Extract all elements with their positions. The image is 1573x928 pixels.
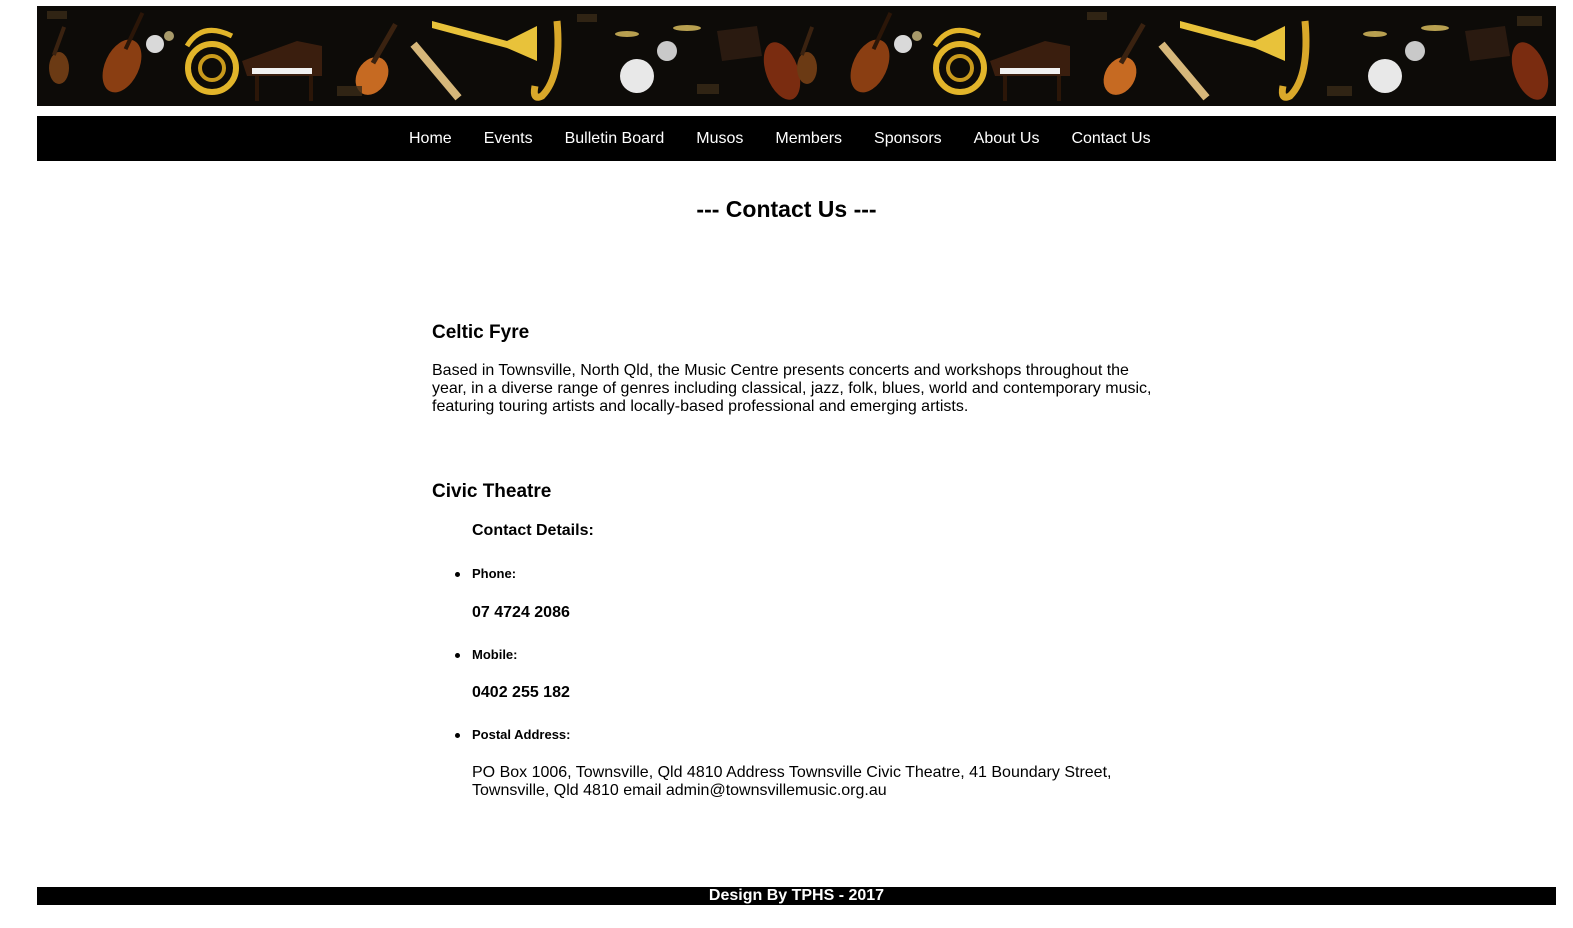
nav-item-about-us[interactable]: About Us [958,116,1056,161]
instruments-banner [37,6,1556,106]
page-title: --- Contact Us --- [696,196,877,222]
civic-theatre-heading: Civic Theatre [432,481,552,502]
celtic-fyre-description: Based in Townsville, North Qld, the Musi… [432,362,1152,415]
celtic-fyre-heading: Celtic Fyre [432,322,530,343]
civic-theatre-section: Civic Theatre [432,477,1172,507]
postal-address-value: PO Box 1006, Townsville, Qld 4810 Addres… [472,764,1112,799]
nav-menu: Home Events Bulletin Board Musos Members… [393,116,1167,161]
contact-details-label: Contact Details: [472,522,594,539]
nav-item-sponsors[interactable]: Sponsors [858,116,958,161]
instruments-banner-image [37,6,1556,106]
celtic-fyre-section: Celtic Fyre Based in Townsville, North Q… [432,318,1162,416]
postal-address-label: Postal Address: [455,727,571,742]
main-navigation: Home Events Bulletin Board Musos Members… [37,116,1556,161]
mobile-value: 0402 255 182 [472,684,570,701]
phone-value: 07 4724 2086 [472,604,570,621]
footer-credit: Design By TPHS - 2017 [708,887,885,904]
nav-item-musos[interactable]: Musos [680,116,759,161]
mobile-label: Mobile: [455,647,518,662]
footer: Design By TPHS - 2017 [37,887,1556,905]
nav-item-events[interactable]: Events [468,116,549,161]
nav-item-bulletin-board[interactable]: Bulletin Board [549,116,681,161]
phone-label: Phone: [454,566,517,581]
nav-item-home[interactable]: Home [393,116,468,161]
nav-item-contact-us[interactable]: Contact Us [1055,116,1166,161]
nav-item-members[interactable]: Members [759,116,858,161]
